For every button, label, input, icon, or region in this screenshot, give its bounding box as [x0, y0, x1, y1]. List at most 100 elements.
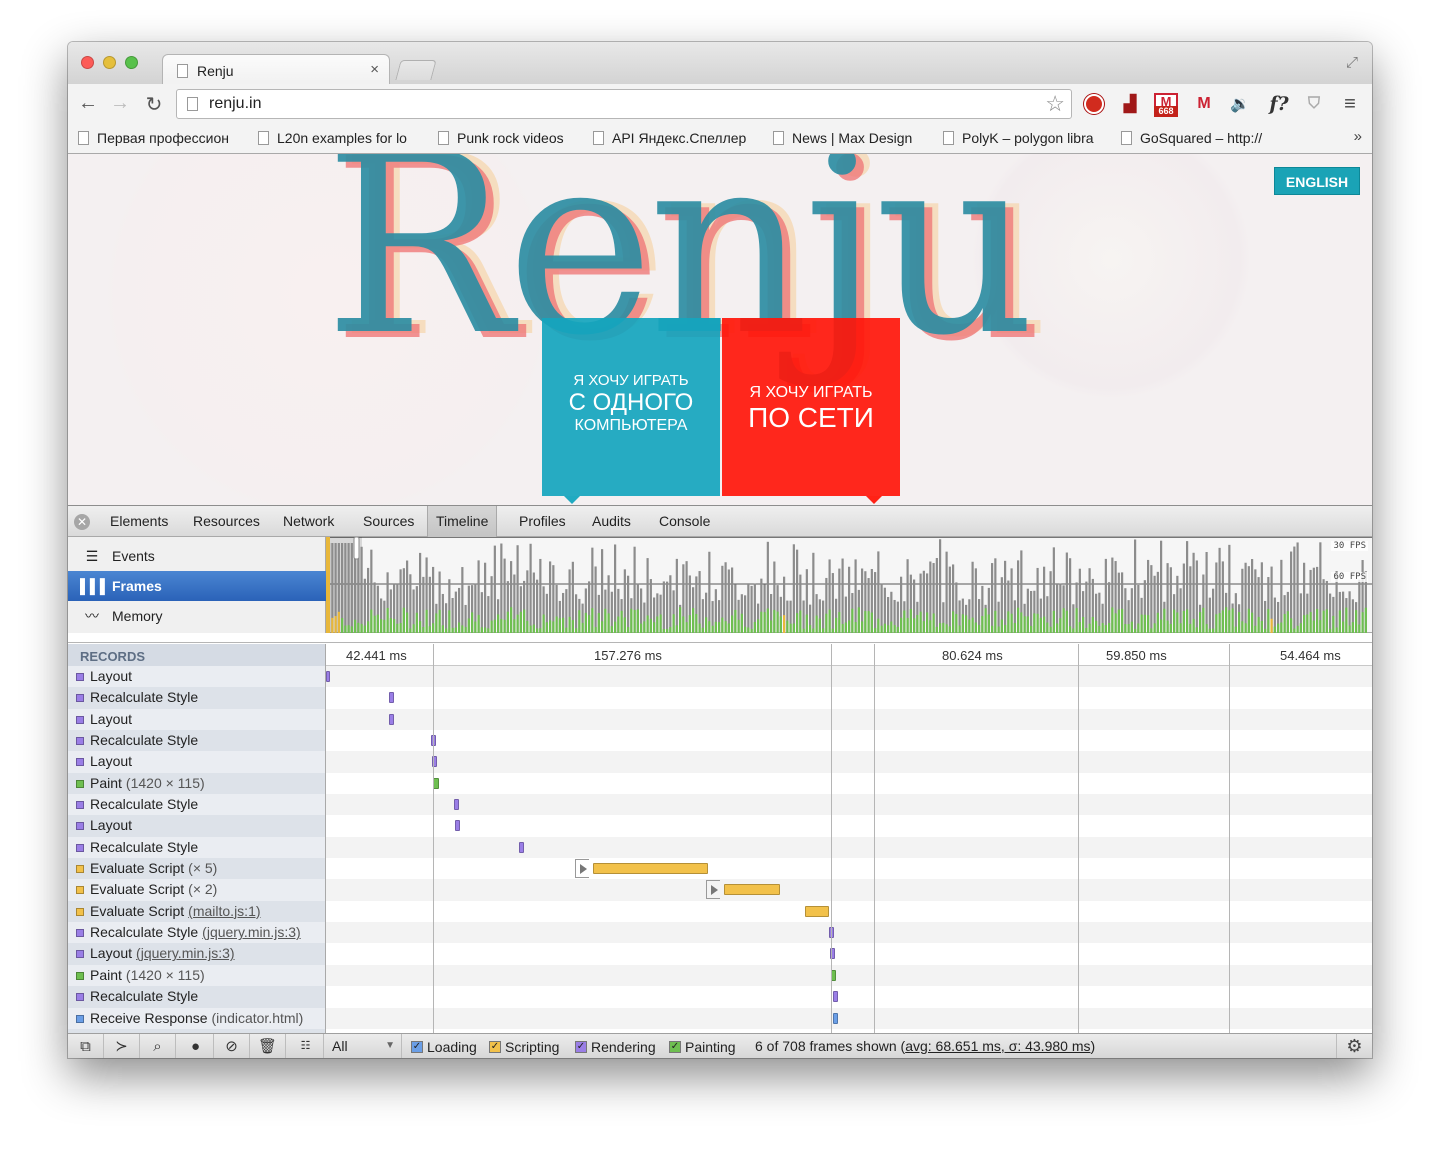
frame-bar[interactable] — [1023, 603, 1026, 633]
frame-bar[interactable] — [1056, 584, 1059, 633]
frame-bar[interactable] — [714, 589, 717, 633]
frame-bar[interactable] — [1329, 593, 1332, 633]
frame-bar[interactable] — [1348, 591, 1351, 633]
tab-timeline[interactable]: Timeline — [427, 506, 498, 537]
frame-bar[interactable] — [1299, 593, 1302, 633]
record-row[interactable]: Recalculate Style — [68, 730, 325, 751]
frame-bar[interactable] — [1147, 559, 1150, 633]
frame-bar[interactable] — [1316, 566, 1319, 633]
frame-bar[interactable] — [1309, 569, 1312, 633]
frame-bar[interactable] — [987, 587, 990, 633]
record-bar[interactable] — [833, 991, 838, 1003]
frame-bar[interactable] — [945, 551, 948, 633]
frame-bar[interactable] — [734, 584, 737, 633]
frame-bar[interactable] — [497, 599, 500, 633]
frame-bar[interactable] — [607, 575, 610, 633]
frame-bar[interactable] — [516, 545, 519, 633]
frame-bar[interactable] — [480, 592, 483, 633]
frame-bar[interactable] — [646, 558, 649, 633]
frame-bar[interactable] — [380, 598, 383, 633]
trash-icon[interactable]: 🗑 — [250, 1034, 286, 1058]
frame-bar[interactable] — [432, 566, 435, 633]
frame-bar[interactable] — [685, 561, 688, 633]
frame-bar[interactable] — [419, 552, 422, 633]
frame-bar[interactable] — [334, 543, 337, 633]
frame-bar[interactable] — [939, 539, 942, 633]
frame-bar[interactable] — [981, 585, 984, 633]
frame-bar[interactable] — [844, 596, 847, 633]
frame-bar[interactable] — [874, 572, 877, 633]
frame-bar[interactable] — [932, 563, 935, 633]
frame-bar[interactable] — [1345, 598, 1348, 633]
frame-bar[interactable] — [519, 586, 522, 633]
record-row[interactable]: Evaluate Script (mailto.js:1) — [68, 901, 325, 922]
frame-bar[interactable] — [740, 594, 743, 633]
frame-bar[interactable] — [883, 587, 886, 633]
frame-bar[interactable] — [532, 572, 535, 633]
bookmark-item[interactable]: API Яндекс.Спеллер — [593, 130, 753, 146]
sofa-extension-icon[interactable]: ▟ — [1118, 92, 1142, 116]
frame-bar[interactable] — [376, 585, 379, 633]
frame-bar[interactable] — [887, 597, 890, 633]
frame-bar[interactable] — [841, 558, 844, 633]
frame-bar[interactable] — [1332, 596, 1335, 633]
frame-bar[interactable] — [1150, 565, 1153, 633]
frame-bar[interactable] — [1293, 546, 1296, 633]
record-source-link[interactable]: (jquery.min.js:3) — [202, 924, 301, 940]
frame-bar[interactable] — [724, 562, 727, 633]
bookmark-item[interactable]: L20n examples for lo — [258, 130, 418, 146]
frame-bar[interactable] — [763, 584, 766, 633]
frame-bar[interactable] — [825, 577, 828, 633]
frame-bar[interactable] — [1264, 600, 1267, 633]
frame-bar[interactable] — [1043, 566, 1046, 633]
fontface-ninja-icon[interactable]: f? — [1264, 92, 1294, 116]
expand-record-icon[interactable] — [706, 880, 720, 900]
frame-bar[interactable] — [958, 600, 961, 633]
frame-bar[interactable] — [1088, 568, 1091, 633]
frame-bar[interactable] — [363, 578, 366, 633]
frame-bar[interactable] — [799, 574, 802, 633]
frame-bar[interactable] — [1306, 593, 1309, 633]
frame-bar[interactable] — [942, 602, 945, 633]
frame-bar[interactable] — [1085, 581, 1088, 633]
checkbox[interactable]: ✓ — [489, 1041, 501, 1053]
frame-bar[interactable] — [402, 568, 405, 633]
address-bar[interactable]: renju.in ☆ — [176, 89, 1072, 119]
gmail-icon[interactable]: M — [1192, 92, 1216, 116]
frame-bar[interactable] — [1095, 593, 1098, 633]
play-online-button[interactable]: Я ХОЧУ ИГРАТЬ ПО СЕТИ — [722, 318, 900, 504]
frame-bar[interactable] — [731, 567, 734, 633]
frame-bar[interactable] — [848, 566, 851, 633]
tab-audits[interactable]: Audits — [584, 506, 639, 537]
mode-frames[interactable]: ▌▌▌ Frames — [68, 571, 326, 601]
tab-close-icon[interactable]: × — [370, 61, 379, 78]
frame-bar[interactable] — [1117, 572, 1120, 633]
frame-bar[interactable] — [620, 599, 623, 633]
frame-bar[interactable] — [448, 579, 451, 633]
search-icon[interactable]: ⌕ — [140, 1034, 176, 1058]
frame-bar[interactable] — [1290, 551, 1293, 633]
frame-bar[interactable] — [435, 603, 438, 633]
frame-bar[interactable] — [1228, 544, 1231, 633]
frame-bar[interactable] — [818, 599, 821, 633]
frame-bar[interactable] — [484, 562, 487, 633]
bookmark-item[interactable]: News | Max Design — [773, 130, 933, 146]
frame-bar[interactable] — [698, 571, 701, 633]
frame-bar[interactable] — [1195, 560, 1198, 633]
frame-bar[interactable] — [630, 598, 633, 633]
frame-bar[interactable] — [812, 552, 815, 633]
console-drawer-icon[interactable]: ≻ — [104, 1034, 140, 1058]
frame-bar[interactable] — [409, 574, 412, 633]
frame-bar[interactable] — [474, 583, 477, 633]
frame-bar[interactable] — [984, 604, 987, 633]
record-bar[interactable] — [593, 863, 708, 875]
frame-bar[interactable] — [454, 591, 457, 633]
frame-bar[interactable] — [393, 583, 396, 633]
frame-bar[interactable] — [614, 544, 617, 633]
frame-bar[interactable] — [406, 560, 409, 633]
frame-bar[interactable] — [919, 573, 922, 633]
frame-bar[interactable] — [1234, 593, 1237, 633]
frame-bar[interactable] — [458, 587, 461, 633]
frame-bar[interactable] — [916, 601, 919, 633]
frame-bar[interactable] — [604, 589, 607, 633]
